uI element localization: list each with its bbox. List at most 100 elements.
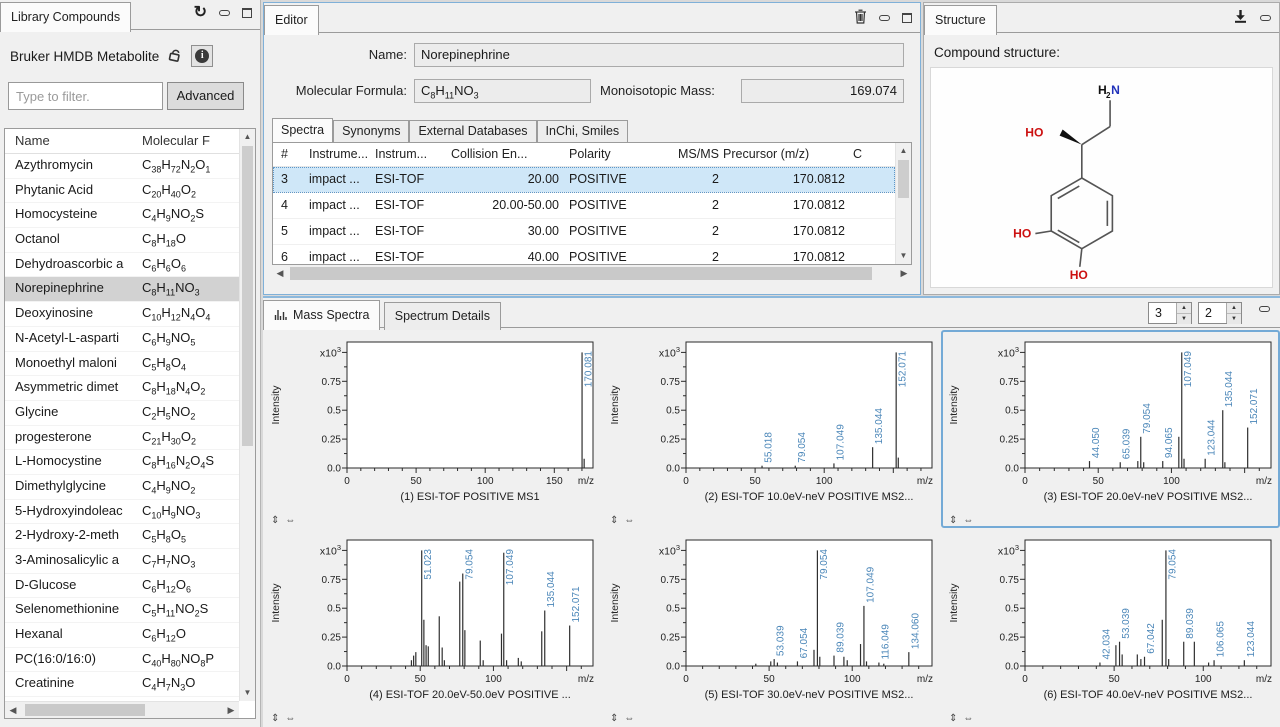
spectrum-cell-3[interactable]: Intensityx1030.00.250.50.75050100m/z44.0… <box>941 330 1280 528</box>
compound-row[interactable]: L-HomocystineC8H16N2O4S <box>5 450 239 475</box>
spectra-table-row[interactable]: 4impact ...ESI-TOF20.00-50.00POSITIVE217… <box>273 193 895 219</box>
cell: ESI-TOF <box>375 250 447 264</box>
minimize-icon[interactable] <box>219 10 230 16</box>
minimize-icon[interactable] <box>879 15 890 21</box>
advanced-button[interactable]: Advanced <box>167 82 244 110</box>
spectrum-cell-1[interactable]: Intensityx1030.00.250.50.75050100150m/z1… <box>263 330 602 528</box>
horizontal-zoom-icon[interactable]: ⇔ <box>285 713 301 724</box>
compound-row[interactable]: Dehydroascorbic aC6H6O6 <box>5 253 239 278</box>
compound-row[interactable]: progesteroneC21H30O2 <box>5 426 239 451</box>
vertical-zoom-icon[interactable]: ⇕ <box>949 515 963 526</box>
vertical-zoom-icon[interactable]: ⇕ <box>271 713 285 724</box>
tab-library-compounds[interactable]: Library Compounds <box>0 2 131 32</box>
trash-icon[interactable] <box>854 9 867 27</box>
column-header[interactable]: Instrume... <box>309 147 371 161</box>
column-header[interactable]: Polarity <box>569 147 649 161</box>
spinner-down-icon[interactable]: ▼ <box>1177 313 1191 324</box>
compound-row[interactable]: PC(16:0/16:0)C40H80NO8P <box>5 648 239 673</box>
name-field[interactable]: Norepinephrine <box>414 43 904 67</box>
compound-row[interactable]: NorepinephrineC8H11NO3 <box>5 277 239 302</box>
vertical-zoom-icon[interactable]: ⇕ <box>949 713 963 724</box>
compound-row[interactable]: 2-Hydroxy-2-methC5H8O5 <box>5 524 239 549</box>
compound-row[interactable]: Phytanic AcidC20H40O2 <box>5 179 239 204</box>
tab-synonyms[interactable]: Synonyms <box>333 120 409 142</box>
maximize-icon[interactable] <box>902 13 912 23</box>
tab-structure[interactable]: Structure <box>924 5 997 35</box>
compound-row[interactable]: SelenomethionineC5H11NO2S <box>5 598 239 623</box>
maximize-icon[interactable] <box>242 8 252 18</box>
tab-spectrum-details[interactable]: Spectrum Details <box>384 302 501 330</box>
horizontal-zoom-icon[interactable]: ⇔ <box>285 515 301 526</box>
horizontal-zoom-icon[interactable]: ⇔ <box>963 713 979 724</box>
info-button[interactable]: i <box>191 45 213 67</box>
compound-row[interactable]: DeoxyinosineC10H12N4O4 <box>5 302 239 327</box>
spectrum-cell-6[interactable]: Intensityx1030.00.250.50.75050100m/z42.0… <box>941 528 1280 726</box>
tab-inchi-smiles[interactable]: InChi, Smiles <box>537 120 629 142</box>
download-icon[interactable] <box>1233 9 1248 27</box>
vertical-zoom-icon[interactable]: ⇕ <box>610 515 624 526</box>
scroll-down-icon[interactable]: ▼ <box>896 248 911 264</box>
spinner-down-icon[interactable]: ▼ <box>1227 313 1241 324</box>
filter-input[interactable] <box>8 82 163 110</box>
compound-row[interactable]: Asymmetric dimetC8H18N4O2 <box>5 376 239 401</box>
peak-label: 79.054 <box>464 549 475 580</box>
spinner-up-icon[interactable]: ▲ <box>1177 303 1191 313</box>
column-molecular-formula[interactable]: Molecular F <box>142 133 237 148</box>
spectra-table-row[interactable]: 3impact ...ESI-TOF20.00POSITIVE2170.0812 <box>273 167 895 193</box>
compound-row[interactable]: OctanolC8H18O <box>5 228 239 253</box>
column-header[interactable]: MS/MS <box>653 147 719 161</box>
compound-row[interactable]: Monoethyl maloniC5H8O4 <box>5 352 239 377</box>
vertical-zoom-icon[interactable]: ⇕ <box>610 713 624 724</box>
tab-external-databases[interactable]: External Databases <box>409 120 536 142</box>
spectrum-cell-2[interactable]: Intensityx1030.00.250.50.75050100m/z55.0… <box>602 330 941 528</box>
tab-spectra[interactable]: Spectra <box>272 118 333 142</box>
compound-row[interactable]: N-Acetyl-L-aspartiC6H9NO5 <box>5 327 239 352</box>
horizontal-zoom-icon[interactable]: ⇔ <box>963 515 979 526</box>
compound-row[interactable]: AzythromycinC38H72N2O1 <box>5 154 239 179</box>
minimize-icon[interactable] <box>1259 306 1270 312</box>
horizontal-zoom-icon[interactable]: ⇔ <box>624 515 640 526</box>
compound-list-vscrollbar[interactable]: ▲ ▼ <box>239 129 255 701</box>
scroll-left-icon[interactable]: ◀ <box>5 702 21 718</box>
scroll-down-icon[interactable]: ▼ <box>240 685 255 701</box>
column-header[interactable]: Instrum... <box>375 147 447 161</box>
compound-row[interactable]: 3-Aminosalicylic aC7H7NO3 <box>5 549 239 574</box>
spectra-table-hscrollbar[interactable]: ◀ ▶ <box>272 265 912 282</box>
compound-row[interactable]: DimethylglycineC4H9NO2 <box>5 475 239 500</box>
unlock-icon[interactable] <box>167 47 183 66</box>
compound-row[interactable]: 5-HydroxyindoleacC10H9NO3 <box>5 500 239 525</box>
compound-list-hscrollbar[interactable]: ◀ ▶ <box>5 701 239 718</box>
tab-mass-spectra[interactable]: Mass Spectra <box>263 300 380 330</box>
spectra-table-row[interactable]: 6impact ...ESI-TOF40.00POSITIVE2170.0812 <box>273 245 895 265</box>
vertical-zoom-icon[interactable]: ⇕ <box>271 515 285 526</box>
compound-row[interactable]: HexanalC6H12O <box>5 623 239 648</box>
compound-row[interactable]: CreatinineC4H7N3O <box>5 672 239 697</box>
scroll-right-icon[interactable]: ▶ <box>896 265 912 282</box>
spinner-up-icon[interactable]: ▲ <box>1227 303 1241 313</box>
compound-row[interactable]: GlycineC2H5NO2 <box>5 401 239 426</box>
molecular-formula-field[interactable]: C8H11NO3 <box>414 79 591 103</box>
tab-editor[interactable]: Editor <box>264 5 319 35</box>
monoisotopic-mass-field[interactable]: 169.074 <box>741 79 904 103</box>
column-header[interactable]: Precursor (m/z) <box>723 147 845 161</box>
scroll-up-icon[interactable]: ▲ <box>240 129 255 145</box>
compound-row[interactable]: HomocysteineC4H9NO2S <box>5 203 239 228</box>
scroll-left-icon[interactable]: ◀ <box>272 265 288 282</box>
refresh-icon[interactable]: ↻ <box>194 6 207 20</box>
spectra-table-row[interactable]: 5impact ...ESI-TOF30.00POSITIVE2170.0812 <box>273 219 895 245</box>
spectrum-cell-4[interactable]: Intensityx1030.00.250.50.75050100m/z51.0… <box>263 528 602 726</box>
minimize-icon[interactable] <box>1260 15 1271 21</box>
column-header[interactable]: C <box>853 147 877 161</box>
compound-formula: C7H7NO3 <box>142 552 238 570</box>
spectrum-cell-5[interactable]: Intensityx1030.00.250.50.75050100m/z53.0… <box>602 528 941 726</box>
compound-row[interactable]: D-GlucoseC6H12O6 <box>5 574 239 599</box>
spectra-table-vscrollbar[interactable]: ▲ ▼ <box>895 143 911 264</box>
columns-spinner[interactable]: 3 ▲▼ <box>1148 302 1192 324</box>
column-name[interactable]: Name <box>15 133 50 148</box>
column-header[interactable]: # <box>281 147 305 161</box>
rows-spinner[interactable]: 2 ▲▼ <box>1198 302 1242 324</box>
scroll-up-icon[interactable]: ▲ <box>896 143 911 159</box>
horizontal-zoom-icon[interactable]: ⇔ <box>624 713 640 724</box>
column-header[interactable]: Collision En... <box>451 147 559 161</box>
scroll-right-icon[interactable]: ▶ <box>223 702 239 718</box>
